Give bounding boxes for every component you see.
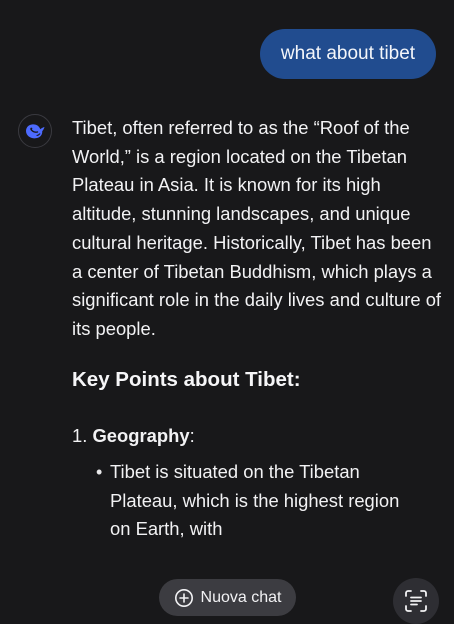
whale-logo-icon xyxy=(24,122,46,140)
list-item-title: Geography xyxy=(92,425,190,446)
list-item: 1. Geography: xyxy=(72,422,195,450)
new-chat-label: Nuova chat xyxy=(200,588,282,606)
bullet-item-text: Tibet is situated on the Tibetan Plateau… xyxy=(110,461,400,540)
bullet-dot-icon: • xyxy=(96,462,103,482)
scan-text-button[interactable] xyxy=(393,578,439,624)
assistant-avatar xyxy=(18,114,52,148)
assistant-answer-paragraph: Tibet, often referred to as the “Roof of… xyxy=(72,117,442,339)
new-chat-button[interactable]: Nuova chat xyxy=(159,579,296,616)
list-item-colon: : xyxy=(189,425,195,446)
plus-circle-icon xyxy=(174,588,194,608)
scan-text-icon xyxy=(403,588,429,614)
user-message-bubble[interactable]: what about tibet xyxy=(260,29,436,79)
list-item-number: 1. xyxy=(72,425,88,446)
user-message-text: what about tibet xyxy=(280,43,416,64)
section-heading: Key Points about Tibet: xyxy=(72,368,301,391)
chat-screen: what about tibet Tibet, often referred t… xyxy=(0,0,454,624)
